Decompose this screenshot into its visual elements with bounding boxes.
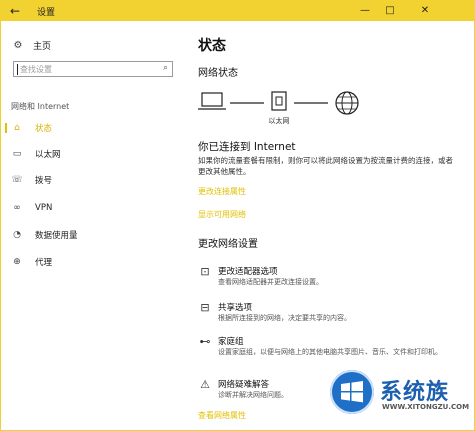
sidebar-item-ethernet[interactable]: ▭ 以太网 (1, 146, 184, 162)
ethernet-icon: ▭ (12, 149, 22, 159)
sidebar-item-label: 代理 (35, 258, 53, 268)
minimize-icon: — (360, 5, 370, 16)
dialup-icon: ☏ (11, 175, 23, 185)
connected-title: 你已连接到 Internet (198, 141, 296, 153)
option-description: 根据所连接到的网络，决定要共享的内容。 (218, 314, 351, 322)
close-button[interactable]: ✕ (417, 3, 433, 19)
network-diagram: 以太网 (198, 91, 359, 125)
close-icon: ✕ (420, 5, 430, 16)
window-title: 设置 (37, 8, 56, 18)
title-bar: ← 设置 — □ ✕ (1, 1, 474, 21)
maximize-icon: □ (385, 5, 395, 16)
watermark-url: WWW.XITONGZU.COM (382, 403, 470, 411)
status-icon: ⌂ (14, 123, 20, 133)
active-indicator (5, 123, 7, 133)
text-caret (17, 64, 18, 75)
warning-icon: ⚠ (200, 378, 210, 391)
maximize-button[interactable]: □ (382, 3, 398, 19)
globe-icon (335, 91, 359, 115)
sidebar-item-status[interactable]: ⌂ 状态 (1, 120, 184, 136)
option-title: 网络疑难解答 (218, 380, 270, 390)
page-title: 状态 (198, 38, 226, 54)
change-settings-heading: 更改网络设置 (198, 239, 258, 250)
option-description: 查看网络适配器并更改连接设置。 (218, 278, 323, 286)
sidebar-item-data-usage[interactable]: ◔ 数据使用量 (1, 227, 184, 243)
option-adapter[interactable]: ⊡ 更改适配器选项 查看网络适配器并更改连接设置。 (198, 265, 460, 299)
windows-logo-icon (330, 370, 374, 414)
sidebar-item-vpn[interactable]: ∞ VPN (1, 200, 184, 216)
sidebar-item-label: 状态 (35, 124, 53, 134)
option-title: 更改适配器选项 (218, 267, 278, 277)
search-icon[interactable]: ⌕ (163, 63, 168, 73)
option-homegroup[interactable]: ⊷ 家庭组 设置家庭组，以便与网络上的其他电脑共享图片、音乐、文件和打印机。 (198, 335, 460, 369)
option-description: 设置家庭组，以便与网络上的其他电脑共享图片、音乐、文件和打印机。 (218, 348, 442, 356)
sidebar-item-label: 数据使用量 (35, 231, 78, 241)
watermark: 系统族 WWW.XITONGZU.COM (330, 370, 473, 430)
main-content: 状态 网络状态 以太网 你已连接到 Internet 如果你的流量套餐有限制，则… (184, 21, 474, 430)
watermark-brand: 系统族 (380, 380, 450, 405)
sharing-icon: ⊟ (200, 301, 210, 314)
option-title: 家庭组 (218, 337, 244, 347)
diagram-label: 以太网 (269, 116, 290, 125)
sidebar-item-label: 拨号 (35, 176, 53, 186)
back-button[interactable]: ← (7, 3, 23, 19)
sidebar-item-proxy[interactable]: ⊕ 代理 (1, 254, 184, 270)
data-usage-icon: ◔ (13, 230, 21, 240)
search-placeholder: 查找设置 (20, 65, 52, 74)
network-status-heading: 网络状态 (198, 68, 238, 79)
view-network-properties-link[interactable]: 查看网络属性 (198, 410, 246, 421)
minimize-button[interactable]: — (357, 3, 373, 19)
arrow-left-icon: ← (9, 4, 21, 18)
sidebar-item-label: 以太网 (35, 150, 61, 160)
ethernet-port-icon (271, 91, 287, 111)
adapter-icon: ⊡ (200, 265, 210, 278)
option-title: 共享选项 (218, 303, 253, 313)
sidebar-home[interactable]: ⚙ 主页 (11, 37, 52, 53)
search-input[interactable]: 查找设置 ⌕ (13, 61, 173, 77)
settings-window: ← 设置 — □ ✕ ⚙ 主页 查找设置 ⌕ 网络和 Internet ⌂ 状态… (0, 0, 475, 431)
show-available-networks-link[interactable]: 显示可用网络 (198, 209, 246, 220)
sidebar-item-dialup[interactable]: ☏ 拨号 (1, 172, 184, 188)
vpn-icon: ∞ (13, 203, 21, 213)
proxy-icon: ⊕ (13, 257, 21, 267)
gear-icon: ⚙ (13, 39, 23, 51)
sidebar-section-title: 网络和 Internet (11, 102, 70, 111)
connected-description: 如果你的流量套餐有限制，则你可以将此网络设置为按流量计费的连接，或者更改其他属性… (198, 156, 453, 176)
sidebar: ⚙ 主页 查找设置 ⌕ 网络和 Internet ⌂ 状态 ▭ 以太网 ☏ 拨号… (1, 21, 184, 430)
sidebar-item-label: VPN (35, 203, 53, 213)
option-sharing[interactable]: ⊟ 共享选项 根据所连接到的网络，决定要共享的内容。 (198, 301, 460, 335)
computer-icon (198, 92, 226, 110)
sidebar-home-label: 主页 (33, 41, 52, 52)
change-connection-properties-link[interactable]: 更改连接属性 (198, 186, 246, 197)
homegroup-icon: ⊷ (199, 335, 211, 348)
